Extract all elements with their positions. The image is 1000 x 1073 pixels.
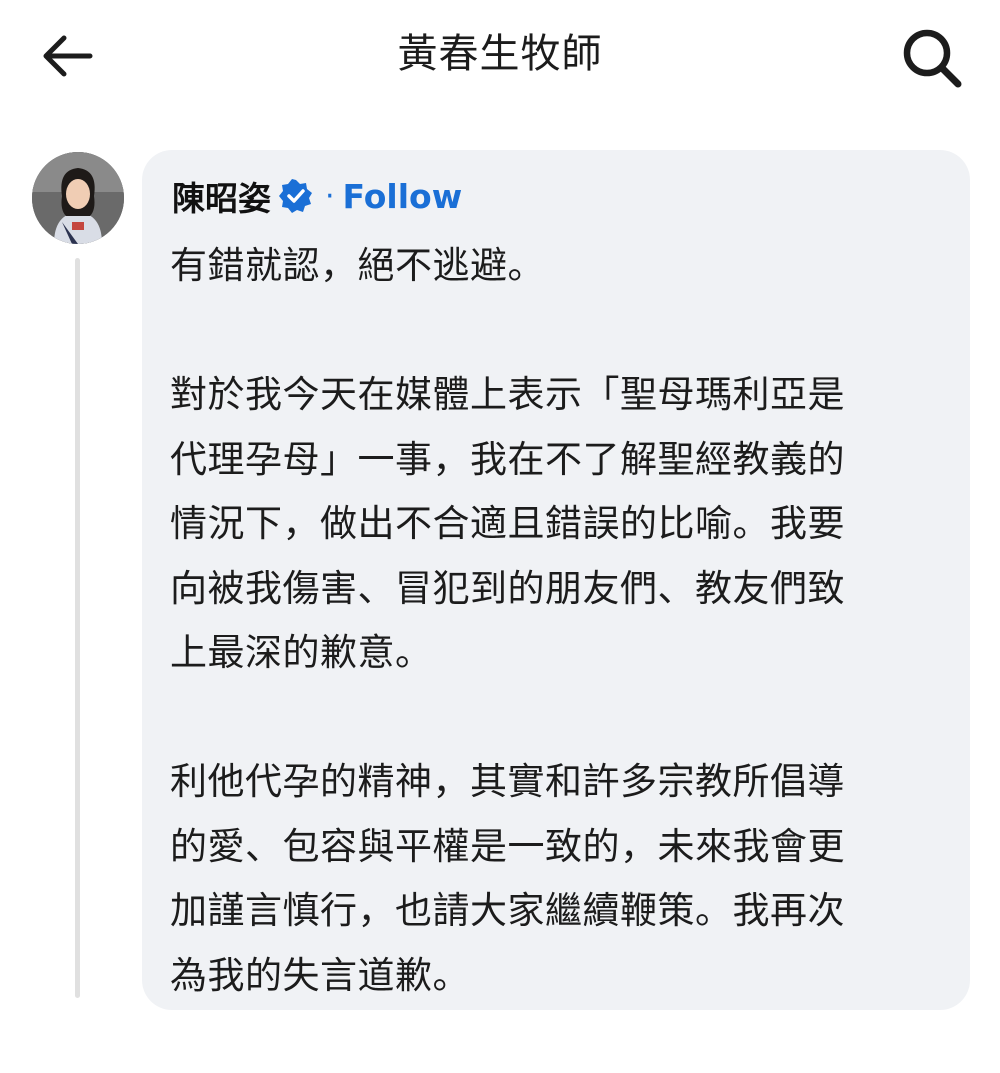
comment-paragraph-2: 對於我今天在媒體上表示「聖母瑪利亞是 代理孕母」一事，我在不了解聖經教義的 情況… <box>170 373 845 674</box>
comment-paragraph-3: 利他代孕的精神，其實和許多宗教所倡導 的愛、包容與平權是一致的，未來我會更 加謹… <box>170 760 845 997</box>
page-title: 黃春生牧師 <box>397 31 603 77</box>
author-name[interactable]: 陳昭姿 <box>172 172 271 220</box>
comment-header: 陳昭姿 · Follow <box>172 172 462 220</box>
search-button[interactable] <box>898 24 964 90</box>
avatar[interactable] <box>32 152 124 244</box>
separator-dot: · <box>325 178 335 214</box>
top-bar: 黃春生牧師 <box>0 0 1000 110</box>
comment-text: 有錯就認，絕不逃避。 對於我今天在媒體上表示「聖母瑪利亞是 代理孕母」一事，我在… <box>170 234 930 1073</box>
comment-bubble: 陳昭姿 · Follow 有錯就認，絕不逃避。 對於我今天在媒體上表示「聖母瑪利… <box>142 150 970 1010</box>
follow-button[interactable]: Follow <box>343 177 463 216</box>
search-icon <box>903 29 962 88</box>
verified-badge-icon <box>279 179 312 213</box>
comment-paragraph-1: 有錯就認，絕不逃避。 <box>170 244 545 287</box>
profile-photo-icon <box>32 152 124 244</box>
thread-line <box>75 258 80 998</box>
